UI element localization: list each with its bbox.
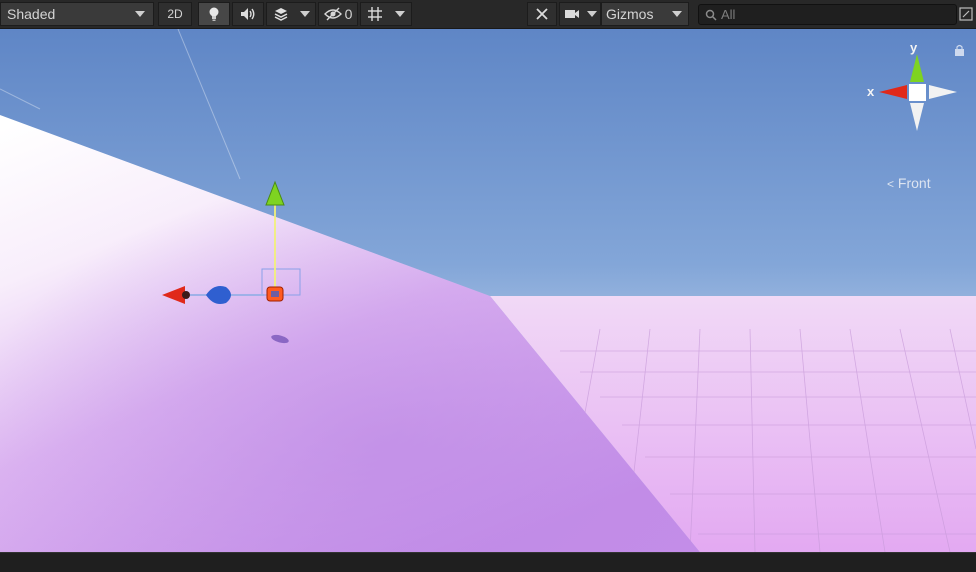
chevron-down-icon: [299, 11, 310, 17]
gizmos-dropdown[interactable]: Gizmos: [601, 2, 689, 26]
chevron-down-icon: [135, 11, 145, 17]
scene-render: [0, 29, 976, 552]
draw-mode-label: Shaded: [7, 6, 56, 22]
gizmos-label: Gizmos: [606, 6, 654, 22]
tools-button[interactable]: [527, 2, 557, 26]
chevron-down-icon: [395, 11, 405, 17]
scene-view-window: Shaded 2D 0 Gizmos All y x < Front: [0, 0, 976, 572]
search-icon: [705, 9, 717, 21]
grid-dropdown[interactable]: [360, 2, 412, 26]
scene-viewport[interactable]: y x < Front: [0, 29, 976, 552]
2d-toggle-label: 2D: [167, 7, 183, 21]
audio-icon: [239, 6, 257, 22]
chevron-left-icon: <: [887, 177, 895, 191]
camera-dropdown[interactable]: [559, 2, 601, 26]
maximize-icon: [959, 7, 973, 21]
2d-toggle-button[interactable]: 2D: [158, 2, 192, 26]
maximize-button[interactable]: [958, 5, 974, 23]
tools-icon: [534, 6, 550, 22]
hidden-objects-count: 0: [344, 6, 353, 22]
grid-icon: [367, 6, 383, 22]
effects-dropdown[interactable]: [266, 2, 316, 26]
chevron-down-icon: [672, 11, 682, 17]
effects-layers-icon: [273, 6, 289, 22]
search-placeholder: All: [721, 7, 736, 22]
gizmo-x-label: x: [867, 84, 875, 99]
search-field[interactable]: All: [698, 4, 957, 25]
draw-mode-dropdown[interactable]: Shaded: [0, 2, 154, 26]
gizmo-y-label: y: [910, 40, 918, 55]
scene-toolbar: Shaded 2D 0 Gizmos All: [0, 0, 976, 29]
lightbulb-icon: [206, 6, 222, 22]
view-orientation-label[interactable]: < Front: [887, 175, 931, 191]
gizmo-center-cube[interactable]: [909, 84, 926, 101]
camera-icon: [564, 7, 580, 21]
status-bar: [0, 552, 976, 572]
lighting-toggle-button[interactable]: [198, 2, 230, 26]
audio-toggle-button[interactable]: [232, 2, 264, 26]
visibility-eye-icon: [323, 7, 342, 21]
scene-visibility-button[interactable]: 0: [318, 2, 358, 26]
view-orientation-text: Front: [897, 175, 931, 191]
chevron-down-icon: [586, 11, 597, 17]
